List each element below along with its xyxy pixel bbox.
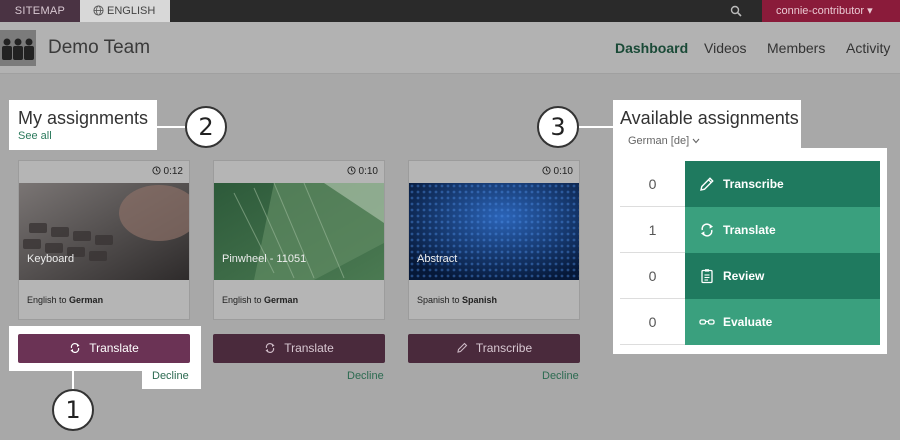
callout-badge-1: 1 — [52, 389, 94, 431]
video-title: Abstract — [417, 253, 458, 265]
nav-members[interactable]: Members — [767, 40, 825, 56]
language-select[interactable]: German [de] — [628, 135, 700, 147]
nav-dashboard[interactable]: Dashboard — [615, 40, 688, 56]
clock-icon — [347, 166, 356, 175]
nav-activity[interactable]: Activity — [846, 40, 890, 56]
action-label: Translate — [723, 223, 776, 237]
callout-badge-2: 2 — [185, 106, 227, 148]
video-thumbnail[interactable]: Keyboard — [19, 183, 189, 280]
abstract-thumbnail-image — [409, 183, 579, 280]
assignment-count: 1 — [620, 207, 685, 253]
translate-button[interactable]: Translate — [213, 334, 385, 363]
available-row-evaluate[interactable]: 0 Evaluate — [620, 299, 880, 345]
review-action[interactable]: Review — [685, 253, 880, 299]
team-logo — [0, 30, 36, 66]
decline-link[interactable]: Decline — [347, 370, 384, 382]
translate-action[interactable]: Translate — [685, 207, 880, 253]
assignment-card[interactable]: 0:10 Abstract Spanish to Spanish — [408, 160, 580, 320]
keyboard-thumbnail-image — [19, 183, 189, 280]
translate-icon — [265, 343, 275, 353]
callout-badge-3: 3 — [537, 106, 579, 148]
language-pair: English to German — [222, 295, 299, 305]
action-label: Transcribe — [723, 177, 784, 191]
evaluate-action[interactable]: Evaluate — [685, 299, 880, 345]
search-icon[interactable] — [730, 5, 742, 17]
callout-2-connector — [157, 126, 187, 128]
pinwheel-thumbnail-image — [214, 183, 384, 280]
video-title: Pinwheel - 11051 — [222, 253, 307, 265]
assignment-count: 0 — [620, 161, 685, 207]
action-label: Review — [723, 269, 765, 283]
language-label: ENGLISH — [107, 5, 156, 17]
action-label: Evaluate — [723, 315, 773, 329]
team-people-icon — [2, 38, 34, 60]
translate-button[interactable]: Translate — [18, 334, 190, 363]
see-all-link[interactable]: See all — [18, 130, 52, 142]
button-label: Translate — [284, 341, 334, 355]
decline-link[interactable]: Decline — [152, 370, 189, 382]
assignment-card[interactable]: 0:10 Pinwheel - 11051 English to German — [213, 160, 385, 320]
clock-icon — [542, 166, 551, 175]
available-row-transcribe[interactable]: 0 Transcribe — [620, 161, 880, 207]
my-assignments-title: My assignments — [18, 108, 149, 128]
language-switcher[interactable]: ENGLISH — [80, 0, 170, 22]
duration: 0:10 — [347, 166, 378, 177]
available-row-review[interactable]: 0 Review — [620, 253, 880, 299]
button-label: Translate — [89, 341, 139, 355]
pencil-icon — [700, 177, 714, 191]
button-label: Transcribe — [475, 341, 533, 355]
language-pair: Spanish to Spanish — [417, 295, 498, 305]
duration-value: 0:10 — [358, 166, 378, 177]
transcribe-action[interactable]: Transcribe — [685, 161, 880, 207]
user-menu[interactable]: connie-contributor ▾ — [762, 0, 900, 22]
available-assignments-title: Available assignments — [620, 108, 799, 128]
team-name: Demo Team — [48, 37, 151, 58]
video-title: Keyboard — [27, 253, 75, 265]
clipboard-icon — [701, 269, 713, 284]
assignment-card[interactable]: 0:12 Keyboard English to German — [18, 160, 190, 320]
chevron-down-icon — [692, 138, 700, 144]
translate-icon — [701, 223, 713, 237]
decline-link[interactable]: Decline — [542, 370, 579, 382]
duration-value: 0:12 — [163, 166, 183, 177]
language-select-value: German [de] — [628, 135, 690, 147]
transcribe-button[interactable]: Transcribe — [408, 334, 580, 363]
duration: 0:12 — [152, 166, 183, 177]
callout-1-connector — [72, 371, 74, 391]
team-header: Demo Team Dashboard Videos Members Activ… — [0, 22, 900, 74]
available-row-translate[interactable]: 1 Translate — [620, 207, 880, 253]
language-pair: English to German — [27, 295, 104, 305]
translate-icon — [70, 343, 80, 353]
duration-value: 0:10 — [553, 166, 573, 177]
globe-icon — [93, 5, 104, 16]
pencil-icon — [457, 342, 468, 353]
assignment-count: 0 — [620, 299, 685, 345]
sitemap-link[interactable]: SITEMAP — [0, 0, 80, 22]
glasses-icon — [699, 319, 715, 325]
nav-videos[interactable]: Videos — [704, 40, 747, 56]
clock-icon — [152, 166, 161, 175]
duration: 0:10 — [542, 166, 573, 177]
top-bar: SITEMAP ENGLISH connie-contributor ▾ — [0, 0, 900, 22]
video-thumbnail[interactable]: Abstract — [409, 183, 579, 280]
video-thumbnail[interactable]: Pinwheel - 11051 — [214, 183, 384, 280]
callout-3-connector — [578, 126, 614, 128]
assignment-count: 0 — [620, 253, 685, 299]
